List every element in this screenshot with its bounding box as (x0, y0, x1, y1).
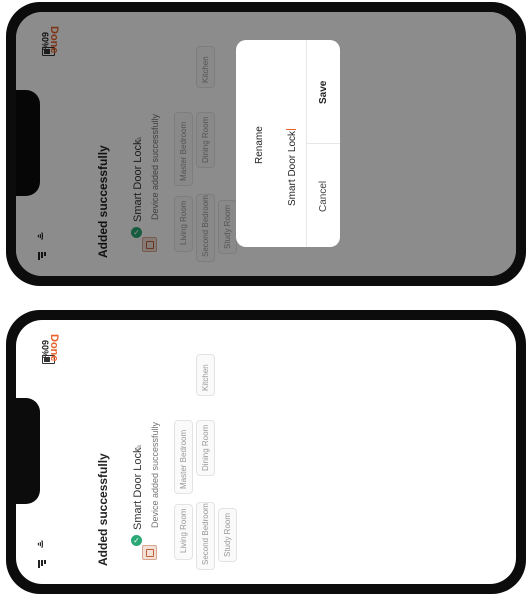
rename-input[interactable]: Smart Door Lock (282, 128, 300, 206)
door-lock-icon (142, 545, 157, 560)
phone-frame-bottom: 60% ᯤ Done Added successfully ✓ Smart Do… (6, 310, 526, 594)
cancel-button[interactable]: Cancel (318, 181, 329, 212)
room-chip-second-bedroom[interactable]: Second Bedroom (196, 502, 215, 570)
device-name: Smart Door Lock (132, 447, 144, 530)
dialog-button-divider (306, 143, 340, 144)
device-status-text: Device added successfully (150, 421, 160, 528)
rename-dialog: Rename Smart Door Lock Cancel Save (236, 40, 340, 247)
done-button[interactable]: Done (48, 334, 60, 362)
rename-input-value: Smart Door Lock (287, 130, 298, 206)
edit-pencil-icon[interactable]: ✎ (134, 444, 145, 452)
camera-notch (16, 398, 40, 504)
app-screen-top: 60% ᯤ Done Added successfully ✓ Smart Do… (16, 12, 516, 276)
wifi-icon: ᯤ (36, 540, 46, 549)
phone-frame-top: 60% ᯤ Done Added successfully ✓ Smart Do… (6, 2, 526, 286)
text-caret (285, 128, 296, 130)
success-check-icon: ✓ (131, 535, 142, 546)
dialog-title: Rename (254, 126, 265, 164)
room-chip-kitchen[interactable]: Kitchen (196, 354, 215, 396)
app-screen-bottom: 60% ᯤ Done Added successfully ✓ Smart Do… (16, 320, 516, 584)
room-chip-master-bedroom[interactable]: Master Bedroom (174, 420, 193, 494)
page-title: Added successfully (96, 453, 110, 566)
room-chip-dining[interactable]: Dining Room (196, 420, 215, 476)
room-chip-living[interactable]: Living Room (174, 504, 193, 560)
room-chip-study[interactable]: Study Room (218, 508, 237, 562)
save-button[interactable]: Save (318, 81, 329, 104)
